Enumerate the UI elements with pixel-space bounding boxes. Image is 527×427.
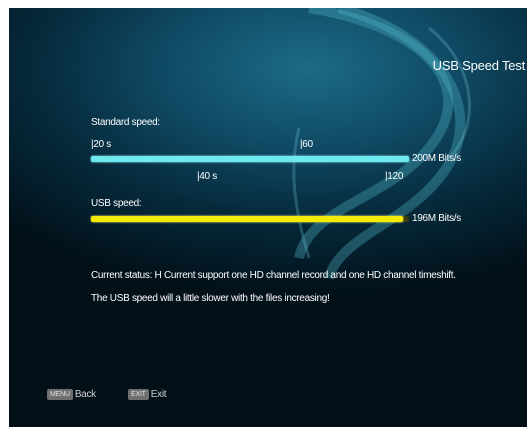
usb-speed-bar [91,216,409,222]
standard-speed-value: 200M Bits/s [412,153,461,164]
tick-label-20s: |20 s [91,139,111,150]
tick-label-120: |120 [385,171,404,182]
back-label: Back [74,389,96,400]
usb-speed-label: USB speed: [91,198,142,209]
exit-key-hint[interactable]: EXIT Exit [128,389,167,400]
menu-key-icon: MENU [47,389,73,400]
back-key-hint[interactable]: MENU Back [47,389,96,400]
usb-speed-fill [91,216,403,222]
exit-label: Exit [150,389,167,400]
tv-screen: USB Speed Test Standard speed: |20 s |60… [9,8,527,427]
status-line-2: The USB speed will a little slower with … [91,293,330,304]
exit-key-icon: EXIT [128,389,149,400]
standard-speed-bar [91,156,409,162]
standard-speed-fill [91,156,409,162]
screen-title: USB Speed Test [432,58,526,73]
tick-label-40s: |40 s [197,171,217,182]
standard-speed-label: Standard speed: [91,117,160,128]
usb-speed-value: 196M Bits/s [412,213,461,224]
tick-label-60: |60 [300,139,313,150]
status-line-1: Current status: H Current support one HD… [91,270,456,281]
